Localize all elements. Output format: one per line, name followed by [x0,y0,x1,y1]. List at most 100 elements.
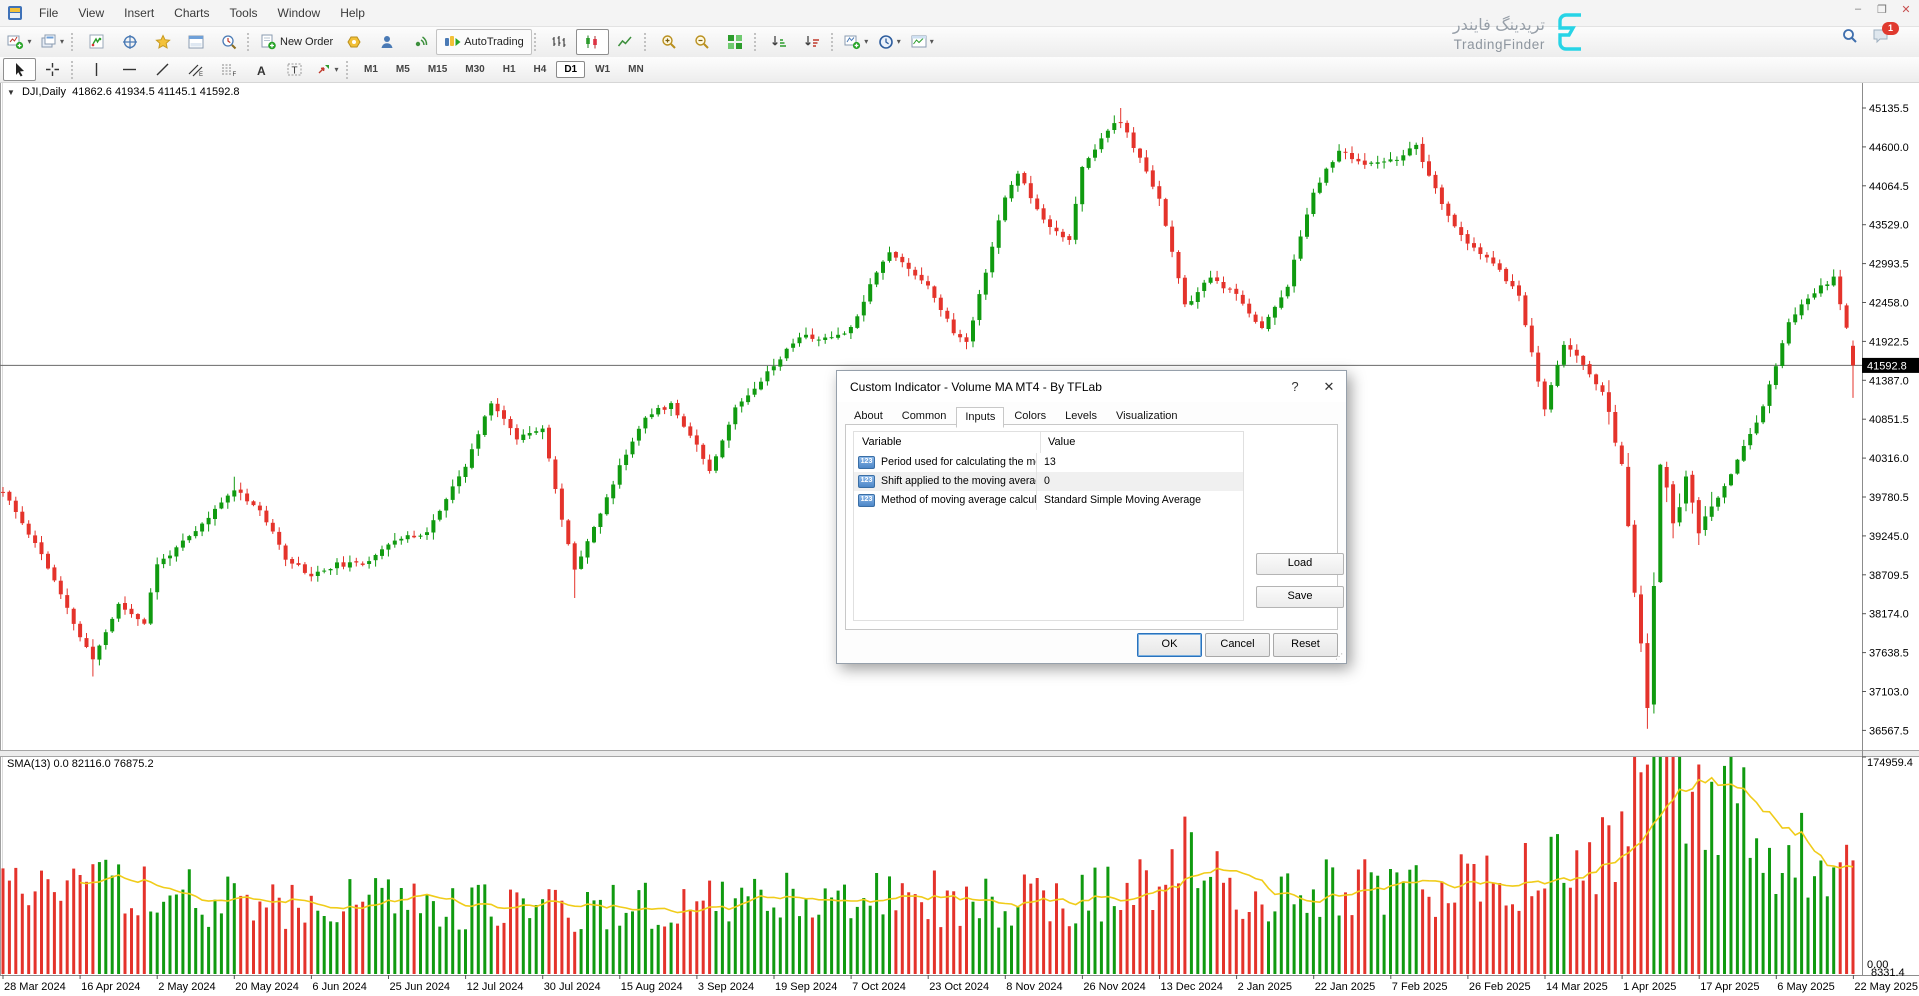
search-icon[interactable] [1842,28,1858,49]
terminal-icon [188,34,204,50]
timeframe-m30-button[interactable]: M30 [457,61,492,78]
dialog-tab-page: VariableValue123Period used for calculat… [845,424,1338,630]
dialog-tab-colors[interactable]: Colors [1005,406,1055,427]
dialog-help-button[interactable]: ? [1278,379,1312,394]
svg-text:36567.5: 36567.5 [1869,725,1909,737]
svg-text:42458.0: 42458.0 [1869,298,1909,310]
new-chart-button[interactable]: ▾ [3,29,36,55]
data-window-button[interactable] [113,29,146,55]
dialog-tab-common[interactable]: Common [893,406,956,427]
timeframe-h1-button[interactable]: H1 [495,61,524,78]
svg-text:8331.4: 8331.4 [1871,967,1905,979]
menu-help[interactable]: Help [330,2,375,24]
chart-shift-button[interactable] [796,29,829,55]
zoom-in-button[interactable] [653,29,686,55]
table-row[interactable]: 123Method of moving average calculationS… [854,491,1243,510]
arrows-tool-button[interactable]: ▾ [311,58,344,81]
line-chart-icon [617,34,633,50]
text-label-tool-button[interactable]: T [278,58,311,81]
periods-button[interactable]: ▾ [873,29,906,55]
market-watch-button[interactable] [80,29,113,55]
metaeditor-button[interactable] [337,29,370,55]
table-row[interactable]: 123Period used for calculating the movin… [854,453,1243,472]
close-button[interactable]: ✕ [1899,3,1913,16]
svg-text:43529.0: 43529.0 [1869,220,1909,232]
new-order-button[interactable]: New Order [256,29,337,55]
chat-icon[interactable]: 1 [1872,28,1890,49]
periods-icon [878,34,894,50]
timeframe-h4-button[interactable]: H4 [526,61,555,78]
strategy-tester-button[interactable] [212,29,245,55]
indicators-button[interactable]: ▾ [840,29,873,55]
timeframe-w1-button[interactable]: W1 [587,61,618,78]
variable-name: Method of moving average calculation [881,491,1036,510]
bar-chart-mode-button[interactable] [543,29,576,55]
candlestick-mode-button[interactable] [576,29,609,55]
save-button[interactable]: Save [1256,586,1344,608]
profiles-icon [41,34,57,50]
menu-window[interactable]: Window [268,2,331,24]
timeframe-m1-button[interactable]: M1 [356,61,386,78]
dialog-tab-inputs[interactable]: Inputs [956,407,1004,428]
resize-grip[interactable]: ⋰ [1335,652,1344,661]
text-tool-button[interactable]: A [245,58,278,81]
reset-button[interactable]: Reset [1273,633,1338,657]
svg-text:42993.5: 42993.5 [1869,259,1909,271]
menu-insert[interactable]: Insert [114,2,164,24]
variable-value[interactable]: Standard Simple Moving Average [1036,491,1243,510]
dialog-tab-levels[interactable]: Levels [1056,406,1106,427]
menu-tools[interactable]: Tools [220,2,268,24]
templates-button[interactable]: ▾ [906,29,939,55]
load-button[interactable]: Load [1256,553,1344,575]
mql5-community-button[interactable] [370,29,403,55]
timeframe-m15-button[interactable]: M15 [420,61,455,78]
crosshair-tool-button[interactable] [36,58,69,81]
svg-text:17 Apr 2025: 17 Apr 2025 [1700,981,1759,993]
equidistant-channel-tool-button[interactable]: E [179,58,212,81]
profiles-button[interactable]: ▾ [36,29,69,55]
autotrading-button[interactable]: AutoTrading [436,29,532,55]
arrange-asc-icon [771,34,787,50]
timeframe-m5-button[interactable]: M5 [388,61,418,78]
cancel-button[interactable]: Cancel [1205,633,1270,657]
dialog-close-button[interactable]: ✕ [1312,379,1346,395]
line-chart-mode-button[interactable] [609,29,642,55]
dialog-tabs: AboutCommonInputsColorsLevelsVisualizati… [837,402,1346,427]
tile-windows-button[interactable] [719,29,752,55]
toolbar-separator [534,33,539,51]
signals-icon [412,34,428,50]
ok-button[interactable]: OK [1137,633,1202,657]
metaeditor-icon [346,34,362,50]
zoom-out-button[interactable] [686,29,719,55]
svg-text:37638.5: 37638.5 [1869,648,1909,660]
fibonacci-tool-button[interactable]: F [212,58,245,81]
vertical-line-tool-button[interactable] [80,58,113,81]
svg-text:12 Jul 2024: 12 Jul 2024 [467,981,524,993]
horizontal-line-tool-button[interactable] [113,58,146,81]
svg-text:41592.8: 41592.8 [1867,360,1907,372]
variable-value[interactable]: 13 [1036,453,1243,472]
terminal-button[interactable] [179,29,212,55]
dialog-tab-visualization[interactable]: Visualization [1107,406,1187,427]
trendline-tool-button[interactable] [146,58,179,81]
menu-file[interactable]: File [29,2,68,24]
dialog-tab-about[interactable]: About [845,406,892,427]
dialog-title-bar[interactable]: Custom Indicator - Volume MA MT4 - By TF… [837,371,1346,402]
menu-charts[interactable]: Charts [164,2,219,24]
chevron-down-icon[interactable]: ▼ [7,88,15,97]
table-row[interactable]: 123Shift applied to the moving average0 [854,472,1243,491]
signals-button[interactable] [403,29,436,55]
timeframe-mn-button[interactable]: MN [620,61,652,78]
cursor-tool-button[interactable] [3,58,36,81]
timeframe-d1-button[interactable]: D1 [556,61,585,78]
minimize-button[interactable]: – [1851,3,1865,16]
toolbar-separator [71,33,76,51]
navigator-button[interactable] [146,29,179,55]
menu-view[interactable]: View [68,2,114,24]
auto-arrange-button[interactable] [763,29,796,55]
symbol-ohlc-label: ▼ DJI,Daily 41862.6 41934.5 41145.1 4159… [7,86,240,98]
zoom-out-icon [694,34,710,50]
arrange-desc-icon [804,34,820,50]
restore-button[interactable]: ❐ [1875,3,1889,16]
variable-value[interactable]: 0 [1036,472,1243,491]
